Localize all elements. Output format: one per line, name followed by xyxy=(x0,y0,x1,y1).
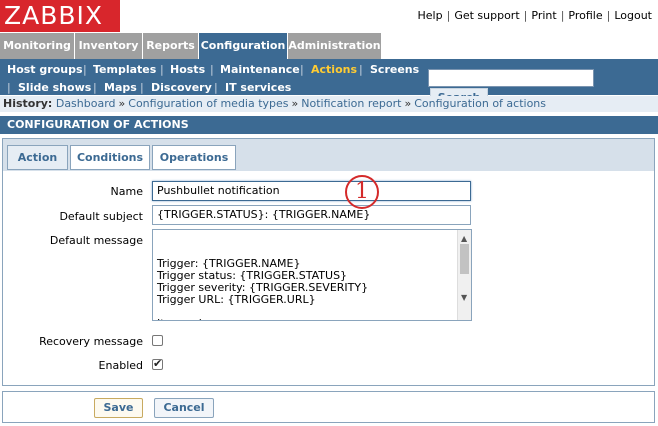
enabled-checkbox[interactable]: ✔ xyxy=(152,357,163,370)
print-link[interactable]: Print xyxy=(531,9,556,22)
submenu-templates[interactable]: Templates xyxy=(93,63,156,76)
save-button[interactable]: Save xyxy=(94,398,143,418)
submenu-slide-shows[interactable]: Slide shows xyxy=(18,81,91,94)
submenu-hosts[interactable]: Hosts xyxy=(170,63,205,76)
menu-monitoring[interactable]: Monitoring xyxy=(0,33,74,59)
default-message-text: Trigger: {TRIGGER.NAME} Trigger status: … xyxy=(157,257,369,321)
menu-configuration[interactable]: Configuration xyxy=(199,33,287,59)
tabs-bar: Action Conditions Operations xyxy=(3,139,654,171)
default-message-label: Default message xyxy=(49,234,143,247)
tab-operations[interactable]: Operations xyxy=(152,145,236,170)
search-input[interactable] xyxy=(428,69,594,87)
separator: | xyxy=(606,9,611,22)
separator: | xyxy=(160,63,164,76)
step-annotation: 1 xyxy=(345,175,379,209)
default-subject-label: Default subject xyxy=(59,210,143,223)
enabled-label: Enabled xyxy=(98,359,143,372)
history-notification-report[interactable]: Notification report xyxy=(301,97,401,110)
checkmark-icon: ✔ xyxy=(153,357,163,370)
message-scrollbar[interactable]: ▲ ▼ xyxy=(457,230,471,320)
separator: | xyxy=(359,63,363,76)
separator: | xyxy=(140,81,144,94)
separator: | xyxy=(7,81,11,94)
submenu-screens[interactable]: Screens xyxy=(370,63,419,76)
name-field[interactable]: Pushbullet notification xyxy=(152,181,471,201)
submenu-it-services[interactable]: IT services xyxy=(225,81,291,94)
default-message-field[interactable]: Trigger: {TRIGGER.NAME} Trigger status: … xyxy=(152,229,472,321)
name-label: Name xyxy=(110,185,143,198)
breadcrumb-separator: » xyxy=(118,97,126,110)
submenu-actions[interactable]: Actions xyxy=(311,63,357,76)
separator: | xyxy=(523,9,528,22)
default-subject-field[interactable]: {TRIGGER.STATUS}: {TRIGGER.NAME} xyxy=(152,205,471,225)
separator: | xyxy=(93,81,97,94)
menu-reports[interactable]: Reports xyxy=(143,33,198,59)
tab-conditions[interactable]: Conditions xyxy=(70,145,150,170)
separator: | xyxy=(300,63,304,76)
separator: | xyxy=(214,81,218,94)
breadcrumb-separator: » xyxy=(404,97,412,110)
history-actions[interactable]: Configuration of actions xyxy=(414,97,546,110)
main-menu: Monitoring Inventory Reports Configurati… xyxy=(0,33,658,59)
submenu-host-groups[interactable]: Host groups xyxy=(7,63,83,76)
top-links: Help | Get support | Print | Profile | Logout xyxy=(418,9,652,22)
submenu-maps[interactable]: Maps xyxy=(104,81,137,94)
breadcrumb: History: Dashboard» Configuration of medi… xyxy=(0,96,658,112)
zabbix-logo[interactable]: ZABBIX xyxy=(0,0,120,32)
history-dashboard[interactable]: Dashboard xyxy=(56,97,116,110)
submenu-discovery[interactable]: Discovery xyxy=(151,81,212,94)
get-support-link[interactable]: Get support xyxy=(454,9,519,22)
menu-inventory[interactable]: Inventory xyxy=(75,33,142,59)
tab-action[interactable]: Action xyxy=(7,145,68,170)
recovery-message-label: Recovery message xyxy=(39,335,143,348)
separator: | xyxy=(210,63,214,76)
help-link[interactable]: Help xyxy=(418,9,443,22)
history-label: History: xyxy=(3,97,53,110)
form-footer: Save Cancel xyxy=(2,391,655,423)
cancel-button[interactable]: Cancel xyxy=(154,398,214,418)
breadcrumb-separator: » xyxy=(291,97,299,110)
separator: | xyxy=(560,9,565,22)
history-media-types[interactable]: Configuration of media types xyxy=(128,97,288,110)
scroll-down-icon[interactable]: ▼ xyxy=(461,292,467,304)
profile-link[interactable]: Profile xyxy=(568,9,602,22)
scroll-thumb[interactable] xyxy=(460,244,469,274)
page-title: CONFIGURATION OF ACTIONS xyxy=(0,116,658,134)
separator: | xyxy=(83,63,87,76)
submenu-maintenance[interactable]: Maintenance xyxy=(220,63,300,76)
separator: | xyxy=(446,9,451,22)
recovery-message-checkbox[interactable] xyxy=(152,335,163,346)
logout-link[interactable]: Logout xyxy=(614,9,652,22)
menu-administration[interactable]: Administration xyxy=(288,33,381,59)
